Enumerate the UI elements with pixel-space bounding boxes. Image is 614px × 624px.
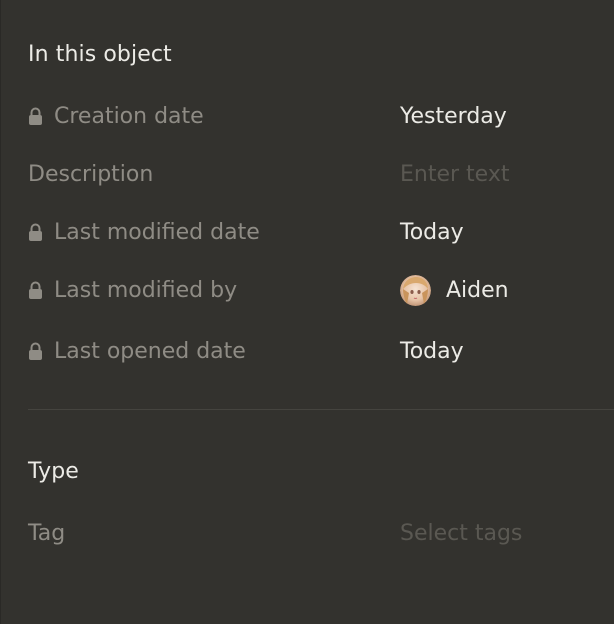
avatar [400,274,431,306]
lock-icon [28,281,43,299]
property-label-text: Last opened date [54,338,246,364]
properties-panel: In this object Creation date Yesterday D… [0,0,614,624]
property-label-creation-date: Creation date [28,98,204,134]
property-row-last-modified-date: Last modified date Today [28,214,614,250]
last-modified-date-value: Today [400,219,464,245]
property-label-text: Last modified by [54,277,238,303]
last-opened-date-value: Today [400,338,464,364]
property-label-last-modified-date: Last modified date [28,214,260,250]
lock-icon [28,223,43,241]
description-input[interactable]: Enter text [400,156,509,192]
property-label-tag: Tag [28,515,65,551]
last-modified-by-user[interactable]: Aiden [400,272,509,308]
user-name: Aiden [446,277,509,303]
tag-select[interactable]: Select tags [400,515,522,551]
property-row-last-modified-by: Last modified by Aiden [28,272,614,308]
lock-icon [28,107,43,125]
section-title-in-this-object: In this object [28,42,172,67]
lock-icon [28,342,43,360]
property-row-creation-date: Creation date Yesterday [28,98,614,134]
section-title-type: Type [28,459,79,484]
creation-date-value: Yesterday [400,103,507,129]
property-label-last-opened-date: Last opened date [28,333,246,369]
property-label-text: Description [28,161,154,187]
property-row-description: Description Enter text [28,156,614,192]
property-row-tag: Tag Select tags [28,515,614,551]
property-label-text: Tag [28,520,66,546]
property-label-text: Last modified date [54,219,260,245]
property-row-last-opened-date: Last opened date Today [28,333,614,369]
property-label-last-modified-by: Last modified by [28,272,237,308]
property-label-description: Description [28,156,153,192]
property-label-text: Creation date [54,103,204,129]
section-divider [28,409,614,410]
